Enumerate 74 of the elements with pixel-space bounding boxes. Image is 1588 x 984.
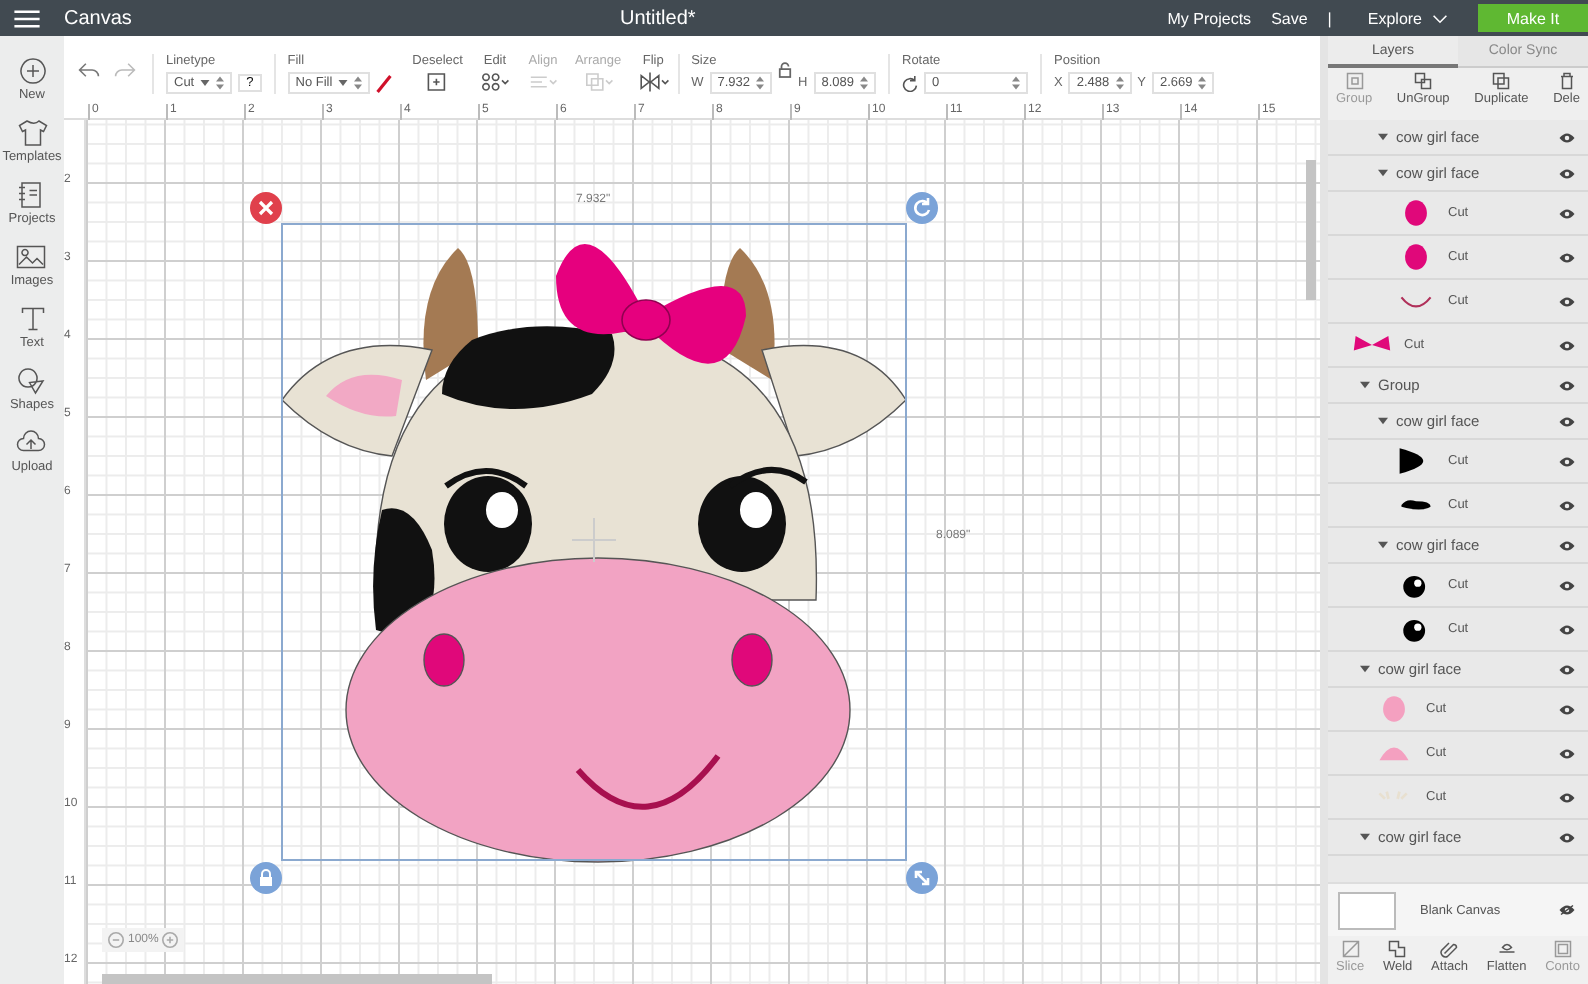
visibility-icon[interactable]	[1558, 499, 1576, 511]
visibility-icon[interactable]	[1558, 455, 1576, 467]
nodes-icon[interactable]	[478, 72, 511, 92]
visibility-icon[interactable]	[1558, 251, 1576, 263]
image-icon	[16, 242, 47, 272]
visibility-icon[interactable]	[1558, 747, 1576, 759]
spinner-icon[interactable]	[1198, 76, 1207, 90]
spinner-icon[interactable]	[1115, 76, 1124, 90]
caret-icon[interactable]	[1360, 832, 1370, 842]
action-icon	[1414, 72, 1433, 90]
visibility-icon[interactable]	[1558, 339, 1576, 351]
visibility-icon[interactable]	[1558, 831, 1576, 843]
shirt-icon	[17, 118, 47, 148]
visibility-icon[interactable]	[1558, 415, 1576, 427]
shapes-icon	[16, 366, 47, 396]
visibility-icon[interactable]	[1558, 663, 1576, 675]
align-icon	[526, 72, 559, 92]
action-icon	[1497, 940, 1516, 958]
plus-icon	[17, 56, 47, 86]
caret-icon[interactable]	[1360, 380, 1370, 390]
visibility-icon[interactable]	[1558, 703, 1576, 715]
visibility-icon[interactable]	[1558, 623, 1576, 635]
spinner-icon[interactable]	[216, 76, 225, 90]
lock-handle[interactable]	[250, 862, 282, 894]
text-icon	[17, 304, 47, 334]
crosshair-icon	[571, 517, 617, 563]
visibility-icon[interactable]	[1558, 539, 1576, 551]
app-title: Canvas	[64, 7, 132, 29]
visibility-icon[interactable]	[1558, 791, 1576, 803]
flip-icon[interactable]	[637, 72, 670, 92]
canvas-swatch[interactable]	[1338, 891, 1396, 929]
spinner-icon[interactable]	[1012, 76, 1020, 90]
action-icon	[1440, 940, 1459, 958]
action-icon	[1557, 72, 1576, 90]
caret-icon	[200, 80, 211, 86]
explore-menu[interactable]: Explore	[1367, 9, 1422, 27]
notebook-icon	[16, 180, 47, 210]
visibility-icon[interactable]	[1558, 131, 1576, 143]
rotate-handle[interactable]	[906, 192, 938, 224]
action-icon	[1553, 940, 1572, 958]
topbar-link[interactable]: Save	[1271, 9, 1308, 27]
lock-icon[interactable]	[778, 61, 793, 77]
menu-icon[interactable]	[14, 9, 40, 27]
caret-icon[interactable]	[1378, 132, 1388, 142]
caret-icon[interactable]	[1360, 664, 1370, 674]
visibility-icon[interactable]	[1558, 379, 1576, 391]
visibility-icon[interactable]	[1558, 167, 1576, 179]
action-icon	[1388, 940, 1407, 958]
visibility-icon[interactable]	[1558, 295, 1576, 307]
rotate-icon	[902, 75, 918, 91]
visibility-icon[interactable]	[1558, 579, 1576, 591]
vertical-scrollbar[interactable]	[1306, 160, 1316, 300]
horizontal-scrollbar[interactable]	[102, 974, 492, 984]
caret-icon[interactable]	[1378, 416, 1388, 426]
caret-icon[interactable]	[1378, 540, 1388, 550]
document-title: Untitled*	[620, 7, 696, 29]
visibility-icon[interactable]	[1558, 904, 1576, 916]
topbar-separator: |	[1327, 9, 1332, 27]
caret-icon[interactable]	[1378, 168, 1388, 178]
resize-handle[interactable]	[906, 862, 938, 894]
arrange-icon	[582, 72, 615, 92]
chevron-down-icon[interactable]	[1432, 13, 1448, 23]
action-icon	[1341, 940, 1360, 958]
undo-icon[interactable]	[78, 62, 100, 78]
pen-icon[interactable]	[376, 73, 393, 93]
visibility-icon[interactable]	[1558, 207, 1576, 219]
close-handle[interactable]	[250, 192, 282, 224]
spinner-icon[interactable]	[860, 76, 868, 90]
caret-icon	[338, 80, 349, 86]
spinner-icon[interactable]	[756, 76, 765, 90]
topbar-link[interactable]: My Projects	[1167, 9, 1252, 27]
action-icon	[1345, 72, 1364, 90]
action-icon	[1492, 72, 1511, 90]
spinner-icon[interactable]	[354, 76, 363, 90]
